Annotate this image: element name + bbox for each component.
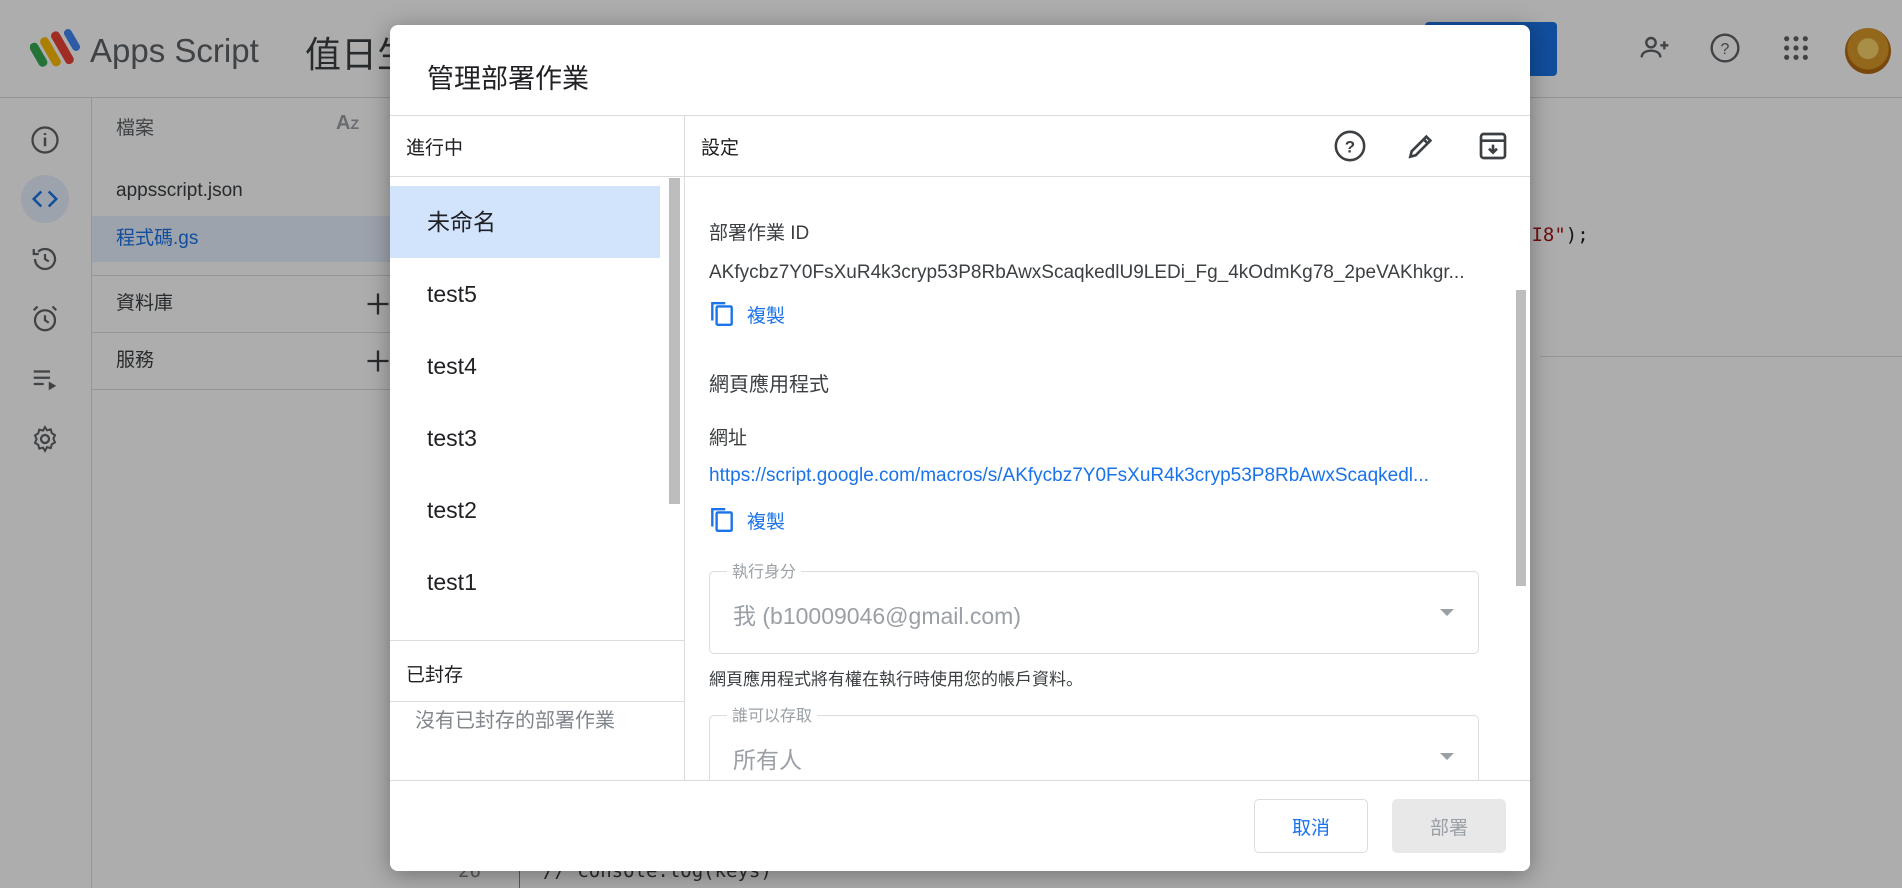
archived-divider-top [390, 640, 684, 641]
copy-label: 複製 [747, 305, 786, 327]
deployment-item[interactable]: test4 [390, 330, 660, 402]
help-icon[interactable]: ? [1330, 126, 1370, 166]
settings-scrollbar[interactable] [1516, 290, 1526, 586]
archived-header: 已封存 [406, 665, 464, 686]
deployment-id-value: AKfycbz7Y0FsXuR4k3cryp53P8RbAwxScaqkedlU… [709, 262, 1465, 283]
copy-icon [711, 508, 733, 532]
deployment-item[interactable]: 未命名 [390, 186, 660, 258]
chevron-down-icon [1440, 609, 1454, 616]
copy-label: 複製 [747, 511, 786, 533]
archived-divider-bottom [390, 701, 684, 702]
title-divider [390, 115, 1530, 116]
manage-deployments-dialog: 管理部署作業 進行中 未命名 test5 test4 test3 test2 t… [390, 25, 1530, 871]
deployment-item[interactable]: test3 [390, 402, 660, 474]
copy-icon [711, 302, 733, 326]
dialog-title: 管理部署作業 [427, 64, 589, 94]
execute-as-hint: 網頁應用程式將有權在執行時使用您的帳戶資料。 [709, 670, 1083, 689]
deployment-item[interactable]: test2 [390, 474, 660, 546]
archived-empty-text: 沒有已封存的部署作業 [415, 710, 615, 732]
execute-as-value: 我 (b10009046@gmail.com) [733, 603, 1021, 629]
edit-pencil-icon[interactable] [1401, 126, 1441, 166]
web-app-label: 網頁應用程式 [709, 374, 829, 396]
url-label: 網址 [709, 428, 748, 449]
header-divider [390, 176, 1530, 177]
copy-url-button[interactable]: 複製 [709, 503, 785, 537]
deployment-id-label: 部署作業 ID [709, 223, 810, 244]
cancel-button[interactable]: 取消 [1254, 799, 1368, 853]
execute-as-select[interactable]: 我 (b10009046@gmail.com) [709, 571, 1479, 654]
archive-icon[interactable] [1473, 126, 1513, 166]
deploy-button[interactable]: 部署 [1392, 799, 1506, 853]
deployment-item[interactable]: test1 [390, 546, 660, 618]
deployment-item[interactable]: test5 [390, 258, 660, 330]
svg-text:?: ? [1345, 137, 1355, 156]
copy-id-button[interactable]: 複製 [709, 297, 785, 331]
web-app-url-link[interactable]: https://script.google.com/macros/s/AKfyc… [709, 465, 1485, 487]
pane-divider [684, 116, 685, 806]
settings-header: 設定 [701, 138, 740, 159]
active-header: 進行中 [406, 138, 464, 159]
execute-as-label: 執行身分 [727, 558, 802, 582]
access-value: 所有人 [733, 747, 802, 773]
access-label: 誰可以存取 [727, 702, 818, 726]
chevron-down-icon [1440, 753, 1454, 760]
deployments-scrollbar[interactable] [669, 178, 680, 504]
